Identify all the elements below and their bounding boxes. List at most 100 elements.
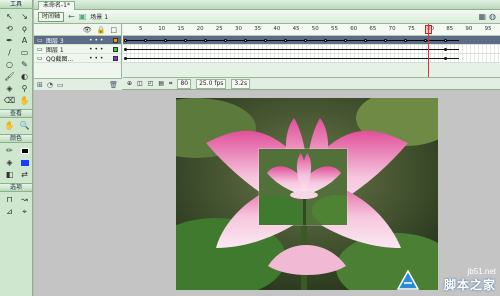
ruler-tick: 75 bbox=[407, 26, 415, 32]
color-section-label: 颜色 bbox=[0, 134, 32, 143]
eraser-icon[interactable]: ⌫ bbox=[3, 95, 16, 106]
keyframe[interactable] bbox=[444, 48, 447, 51]
arrow-icon[interactable]: ↖ bbox=[3, 11, 16, 22]
frame-rate-field[interactable]: 25.0 fps bbox=[196, 78, 227, 89]
edit-multiple-icon[interactable]: ▤ bbox=[158, 80, 164, 87]
ruler-tick: 5 bbox=[139, 26, 143, 32]
frame-ruler[interactable]: 5101520253035404550556065707580859095 bbox=[123, 24, 500, 36]
outline-icon[interactable]: □ bbox=[110, 26, 117, 34]
rect-icon[interactable]: ▭ bbox=[18, 47, 31, 58]
oval-icon[interactable]: ○ bbox=[3, 59, 16, 70]
keyframe[interactable] bbox=[364, 39, 367, 42]
layer-color-swatch[interactable] bbox=[113, 38, 118, 43]
keyframe[interactable] bbox=[124, 48, 127, 51]
frame-grid[interactable]: 5101520253035404550556065707580859095 bbox=[123, 24, 500, 78]
snap-icon[interactable]: ⊓ bbox=[3, 194, 16, 205]
timeline-toggle-button[interactable]: 时间轴 bbox=[38, 11, 65, 22]
layer-name[interactable]: QQ截图... bbox=[46, 54, 121, 63]
keyframe[interactable] bbox=[204, 39, 207, 42]
layer-row[interactable]: ▭ QQ截图... • • • bbox=[34, 54, 121, 63]
frame-track[interactable] bbox=[123, 54, 500, 63]
onion-markers-icon[interactable]: ⌗ bbox=[169, 80, 172, 88]
keyframe[interactable] bbox=[124, 57, 127, 60]
fill-swatch[interactable] bbox=[18, 157, 31, 168]
frame-track[interactable] bbox=[123, 36, 500, 45]
swap-colors-icon[interactable]: ⇄ bbox=[18, 169, 31, 180]
scene-icon: ▣ bbox=[78, 12, 87, 21]
ruler-tick: 45 bbox=[292, 26, 300, 32]
view-section-label: 查看 bbox=[0, 109, 32, 118]
subselect-icon[interactable]: ↘ bbox=[18, 11, 31, 22]
bucket-icon[interactable]: ◈ bbox=[3, 83, 16, 94]
ruler-tick: 60 bbox=[350, 26, 358, 32]
timeline-panel: 👁 🔒 □ ▭ 图层 3 • • • ▭ 图层 1 • • • ▭ QQ截图... • • • … bbox=[34, 24, 500, 90]
zoom-icon[interactable]: 🔍 bbox=[18, 120, 31, 131]
layer-color-swatch[interactable] bbox=[113, 47, 118, 52]
ruler-tick: 90 bbox=[465, 26, 473, 32]
keyframe[interactable] bbox=[224, 39, 227, 42]
keyframe[interactable] bbox=[304, 39, 307, 42]
keyframe[interactable] bbox=[444, 39, 447, 42]
dropper-icon[interactable]: ⚲ bbox=[18, 83, 31, 94]
add-guide-icon[interactable]: ◔ bbox=[47, 81, 53, 89]
layer-header: 👁 🔒 □ bbox=[34, 24, 121, 36]
text-icon[interactable]: A bbox=[18, 35, 31, 46]
keyframe[interactable] bbox=[324, 39, 327, 42]
lasso-icon[interactable]: ϙ bbox=[18, 23, 31, 34]
onion-outline-icon[interactable]: ◰ bbox=[148, 80, 154, 87]
edit-scene-icon[interactable]: ▦ bbox=[478, 12, 486, 21]
hand-icon[interactable]: ✋ bbox=[18, 95, 31, 106]
ink-icon[interactable]: ◐ bbox=[18, 71, 31, 82]
keyframe[interactable] bbox=[244, 39, 247, 42]
stage-canvas[interactable] bbox=[176, 98, 438, 290]
ruler-tick: 95 bbox=[484, 26, 492, 32]
black-white-icon[interactable]: ◧ bbox=[3, 169, 16, 180]
back-arrow-icon[interactable]: ← bbox=[68, 12, 75, 21]
add-folder-icon[interactable]: ▭ bbox=[57, 81, 64, 89]
add-layer-icon[interactable]: ⊞ bbox=[37, 81, 43, 89]
stroke-swatch[interactable] bbox=[18, 145, 31, 156]
keyframe[interactable] bbox=[424, 39, 427, 42]
option-extra-icon[interactable]: ⌖ bbox=[18, 206, 31, 217]
inner-lotus-image[interactable] bbox=[258, 148, 348, 226]
layer-toggles[interactable]: • • • bbox=[89, 37, 103, 44]
delete-layer-icon[interactable]: 🗑 bbox=[109, 81, 118, 89]
elapsed-time-field: 3.2s bbox=[231, 78, 251, 89]
free-transform-icon[interactable]: ⟲ bbox=[3, 23, 16, 34]
stroke-color-icon[interactable]: ✏ bbox=[3, 145, 16, 156]
fill-color-icon[interactable]: ◈ bbox=[3, 157, 16, 168]
brush-icon[interactable]: 🖌 bbox=[3, 71, 16, 82]
straighten-icon[interactable]: ⊿ bbox=[3, 206, 16, 217]
onion-skin-icon[interactable]: ◫ bbox=[137, 80, 143, 87]
document-tab[interactable]: 未命名-1* bbox=[38, 1, 75, 10]
keyframe[interactable] bbox=[264, 39, 267, 42]
hand-view-icon[interactable]: ✋ bbox=[3, 120, 16, 131]
pen-icon[interactable]: ✒ bbox=[3, 35, 16, 46]
ruler-tick: 70 bbox=[388, 26, 396, 32]
eye-icon[interactable]: 👁 bbox=[83, 26, 92, 34]
edit-symbol-icon[interactable]: ◍ bbox=[489, 12, 496, 21]
layer-name[interactable]: 图层 1 bbox=[46, 45, 121, 54]
keyframe[interactable] bbox=[444, 57, 447, 60]
pencil-icon[interactable]: ✎ bbox=[18, 59, 31, 70]
current-frame-field: 80 bbox=[177, 78, 192, 89]
ruler-tick: 20 bbox=[196, 26, 204, 32]
lock-icon[interactable]: 🔒 bbox=[97, 26, 106, 34]
frame-track[interactable] bbox=[123, 45, 500, 54]
layer-toggles[interactable]: • • • bbox=[89, 46, 103, 53]
keyframe[interactable] bbox=[384, 39, 387, 42]
document-tabbar: 未命名-1* bbox=[34, 0, 500, 10]
keyframe[interactable] bbox=[124, 39, 127, 42]
keyframe[interactable] bbox=[164, 39, 167, 42]
line-icon[interactable]: / bbox=[3, 47, 16, 58]
smooth-icon[interactable]: ↝ bbox=[18, 194, 31, 205]
keyframe[interactable] bbox=[144, 39, 147, 42]
layer-color-swatch[interactable] bbox=[113, 56, 118, 61]
keyframe[interactable] bbox=[284, 39, 287, 42]
keyframe[interactable] bbox=[184, 39, 187, 42]
layer-name[interactable]: 图层 3 bbox=[46, 36, 121, 45]
center-frame-icon[interactable]: ⊕ bbox=[127, 80, 132, 87]
keyframe[interactable] bbox=[344, 39, 347, 42]
layer-toggles[interactable]: • • • bbox=[89, 55, 103, 62]
keyframe[interactable] bbox=[404, 39, 407, 42]
